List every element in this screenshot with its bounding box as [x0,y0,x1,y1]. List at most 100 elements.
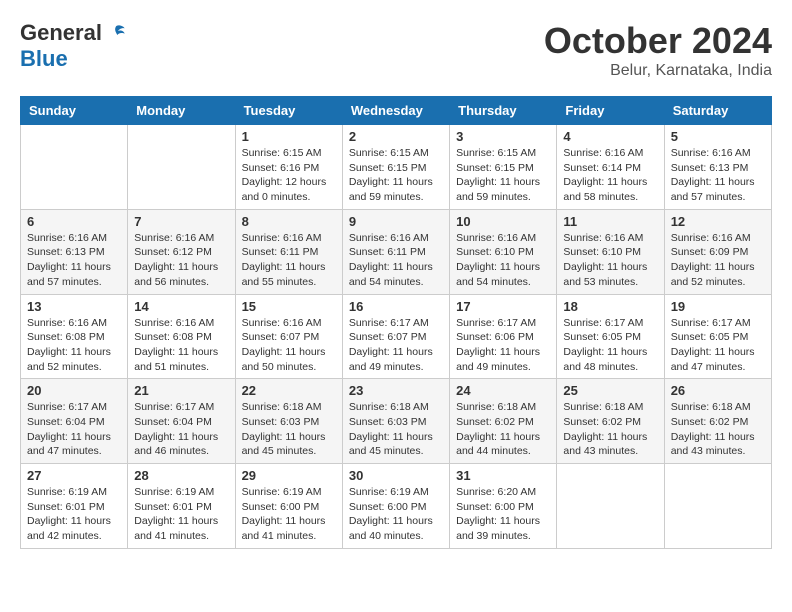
logo-bird-icon [106,23,126,43]
day-number: 6 [27,214,121,229]
day-number: 15 [242,299,336,314]
day-info: Sunrise: 6:17 AM Sunset: 6:07 PM Dayligh… [349,316,443,375]
calendar-cell: 24 Sunrise: 6:18 AM Sunset: 6:02 PM Dayli… [450,379,557,464]
day-number: 1 [242,129,336,144]
day-number: 7 [134,214,228,229]
calendar-cell: 22 Sunrise: 6:18 AM Sunset: 6:03 PM Dayli… [235,379,342,464]
calendar-cell: 26 Sunrise: 6:18 AM Sunset: 6:02 PM Dayli… [664,379,771,464]
day-info: Sunrise: 6:17 AM Sunset: 6:06 PM Dayligh… [456,316,550,375]
calendar-cell: 15 Sunrise: 6:16 AM Sunset: 6:07 PM Dayli… [235,294,342,379]
day-number: 5 [671,129,765,144]
day-info: Sunrise: 6:17 AM Sunset: 6:04 PM Dayligh… [27,400,121,459]
day-number: 4 [563,129,657,144]
day-info: Sunrise: 6:18 AM Sunset: 6:02 PM Dayligh… [671,400,765,459]
day-number: 8 [242,214,336,229]
day-info: Sunrise: 6:16 AM Sunset: 6:09 PM Dayligh… [671,231,765,290]
day-info: Sunrise: 6:16 AM Sunset: 6:10 PM Dayligh… [456,231,550,290]
calendar-cell: 17 Sunrise: 6:17 AM Sunset: 6:06 PM Dayli… [450,294,557,379]
calendar-cell: 3Sunrise: 6:15 AM Sunset: 6:15 PM Daylig… [450,125,557,210]
day-info: Sunrise: 6:16 AM Sunset: 6:14 PM Dayligh… [563,146,657,205]
day-number: 12 [671,214,765,229]
page-header: General Blue October 2024 Belur, Karnata… [20,20,772,80]
calendar-cell: 21 Sunrise: 6:17 AM Sunset: 6:04 PM Dayli… [128,379,235,464]
day-number: 27 [27,468,121,483]
month-title: October 2024 [544,20,772,62]
calendar-cell: 8 Sunrise: 6:16 AM Sunset: 6:11 PM Daylig… [235,209,342,294]
day-info: Sunrise: 6:16 AM Sunset: 6:12 PM Dayligh… [134,231,228,290]
day-number: 14 [134,299,228,314]
calendar-cell: 10 Sunrise: 6:16 AM Sunset: 6:10 PM Dayli… [450,209,557,294]
day-number: 19 [671,299,765,314]
calendar-header-sunday: Sunday [21,97,128,125]
day-info: Sunrise: 6:16 AM Sunset: 6:11 PM Dayligh… [242,231,336,290]
calendar-cell: 30Sunrise: 6:19 AM Sunset: 6:00 PM Dayli… [342,464,449,549]
calendar-cell: 16 Sunrise: 6:17 AM Sunset: 6:07 PM Dayli… [342,294,449,379]
calendar-cell: 14Sunrise: 6:16 AM Sunset: 6:08 PM Dayli… [128,294,235,379]
day-info: Sunrise: 6:16 AM Sunset: 6:08 PM Dayligh… [27,316,121,375]
day-number: 3 [456,129,550,144]
calendar-week-row: 6 Sunrise: 6:16 AM Sunset: 6:13 PM Daylig… [21,209,772,294]
day-number: 20 [27,383,121,398]
calendar-week-row: 13 Sunrise: 6:16 AM Sunset: 6:08 PM Dayli… [21,294,772,379]
day-info: Sunrise: 6:18 AM Sunset: 6:02 PM Dayligh… [456,400,550,459]
day-number: 17 [456,299,550,314]
calendar-cell: 31Sunrise: 6:20 AM Sunset: 6:00 PM Dayli… [450,464,557,549]
day-number: 29 [242,468,336,483]
calendar-cell [128,125,235,210]
day-number: 26 [671,383,765,398]
calendar-cell: 11 Sunrise: 6:16 AM Sunset: 6:10 PM Dayli… [557,209,664,294]
calendar-cell: 23Sunrise: 6:18 AM Sunset: 6:03 PM Dayli… [342,379,449,464]
logo-general-text: General [20,20,102,46]
calendar-cell: 18 Sunrise: 6:17 AM Sunset: 6:05 PM Dayli… [557,294,664,379]
calendar-cell: 2Sunrise: 6:15 AM Sunset: 6:15 PM Daylig… [342,125,449,210]
day-number: 16 [349,299,443,314]
calendar-cell [664,464,771,549]
day-number: 24 [456,383,550,398]
day-number: 13 [27,299,121,314]
calendar-week-row: 27 Sunrise: 6:19 AM Sunset: 6:01 PM Dayli… [21,464,772,549]
calendar-cell: 12 Sunrise: 6:16 AM Sunset: 6:09 PM Dayli… [664,209,771,294]
day-info: Sunrise: 6:18 AM Sunset: 6:03 PM Dayligh… [349,400,443,459]
title-area: October 2024 Belur, Karnataka, India [544,20,772,80]
day-info: Sunrise: 6:17 AM Sunset: 6:04 PM Dayligh… [134,400,228,459]
logo-blue-text: Blue [20,46,68,72]
logo: General Blue [20,20,126,72]
calendar-cell [557,464,664,549]
calendar-cell: 6 Sunrise: 6:16 AM Sunset: 6:13 PM Daylig… [21,209,128,294]
calendar-cell: 20 Sunrise: 6:17 AM Sunset: 6:04 PM Dayli… [21,379,128,464]
calendar-cell: 13 Sunrise: 6:16 AM Sunset: 6:08 PM Dayli… [21,294,128,379]
day-number: 21 [134,383,228,398]
calendar-cell: 1Sunrise: 6:15 AM Sunset: 6:16 PM Daylig… [235,125,342,210]
calendar-header-row: SundayMondayTuesdayWednesdayThursdayFrid… [21,97,772,125]
day-number: 18 [563,299,657,314]
day-number: 30 [349,468,443,483]
day-info: Sunrise: 6:17 AM Sunset: 6:05 PM Dayligh… [671,316,765,375]
day-info: Sunrise: 6:18 AM Sunset: 6:03 PM Dayligh… [242,400,336,459]
day-info: Sunrise: 6:17 AM Sunset: 6:05 PM Dayligh… [563,316,657,375]
calendar-header-friday: Friday [557,97,664,125]
day-info: Sunrise: 6:20 AM Sunset: 6:00 PM Dayligh… [456,485,550,544]
day-number: 10 [456,214,550,229]
day-info: Sunrise: 6:16 AM Sunset: 6:07 PM Dayligh… [242,316,336,375]
calendar-week-row: 20 Sunrise: 6:17 AM Sunset: 6:04 PM Dayli… [21,379,772,464]
day-number: 11 [563,214,657,229]
calendar-cell: 5Sunrise: 6:16 AM Sunset: 6:13 PM Daylig… [664,125,771,210]
day-info: Sunrise: 6:18 AM Sunset: 6:02 PM Dayligh… [563,400,657,459]
day-info: Sunrise: 6:16 AM Sunset: 6:11 PM Dayligh… [349,231,443,290]
calendar-header-saturday: Saturday [664,97,771,125]
calendar-cell: 25 Sunrise: 6:18 AM Sunset: 6:02 PM Dayli… [557,379,664,464]
day-info: Sunrise: 6:19 AM Sunset: 6:00 PM Dayligh… [242,485,336,544]
calendar-cell: 9Sunrise: 6:16 AM Sunset: 6:11 PM Daylig… [342,209,449,294]
day-number: 25 [563,383,657,398]
calendar-cell: 4 Sunrise: 6:16 AM Sunset: 6:14 PM Daylig… [557,125,664,210]
day-info: Sunrise: 6:16 AM Sunset: 6:13 PM Dayligh… [27,231,121,290]
day-info: Sunrise: 6:15 AM Sunset: 6:15 PM Dayligh… [349,146,443,205]
calendar-cell: 7 Sunrise: 6:16 AM Sunset: 6:12 PM Daylig… [128,209,235,294]
day-info: Sunrise: 6:16 AM Sunset: 6:10 PM Dayligh… [563,231,657,290]
day-number: 22 [242,383,336,398]
calendar-header-wednesday: Wednesday [342,97,449,125]
day-info: Sunrise: 6:19 AM Sunset: 6:01 PM Dayligh… [134,485,228,544]
day-number: 28 [134,468,228,483]
calendar-cell: 27Sunrise: 6:19 AM Sunset: 6:01 PM Dayli… [21,464,128,549]
calendar-cell: 28 Sunrise: 6:19 AM Sunset: 6:01 PM Dayli… [128,464,235,549]
